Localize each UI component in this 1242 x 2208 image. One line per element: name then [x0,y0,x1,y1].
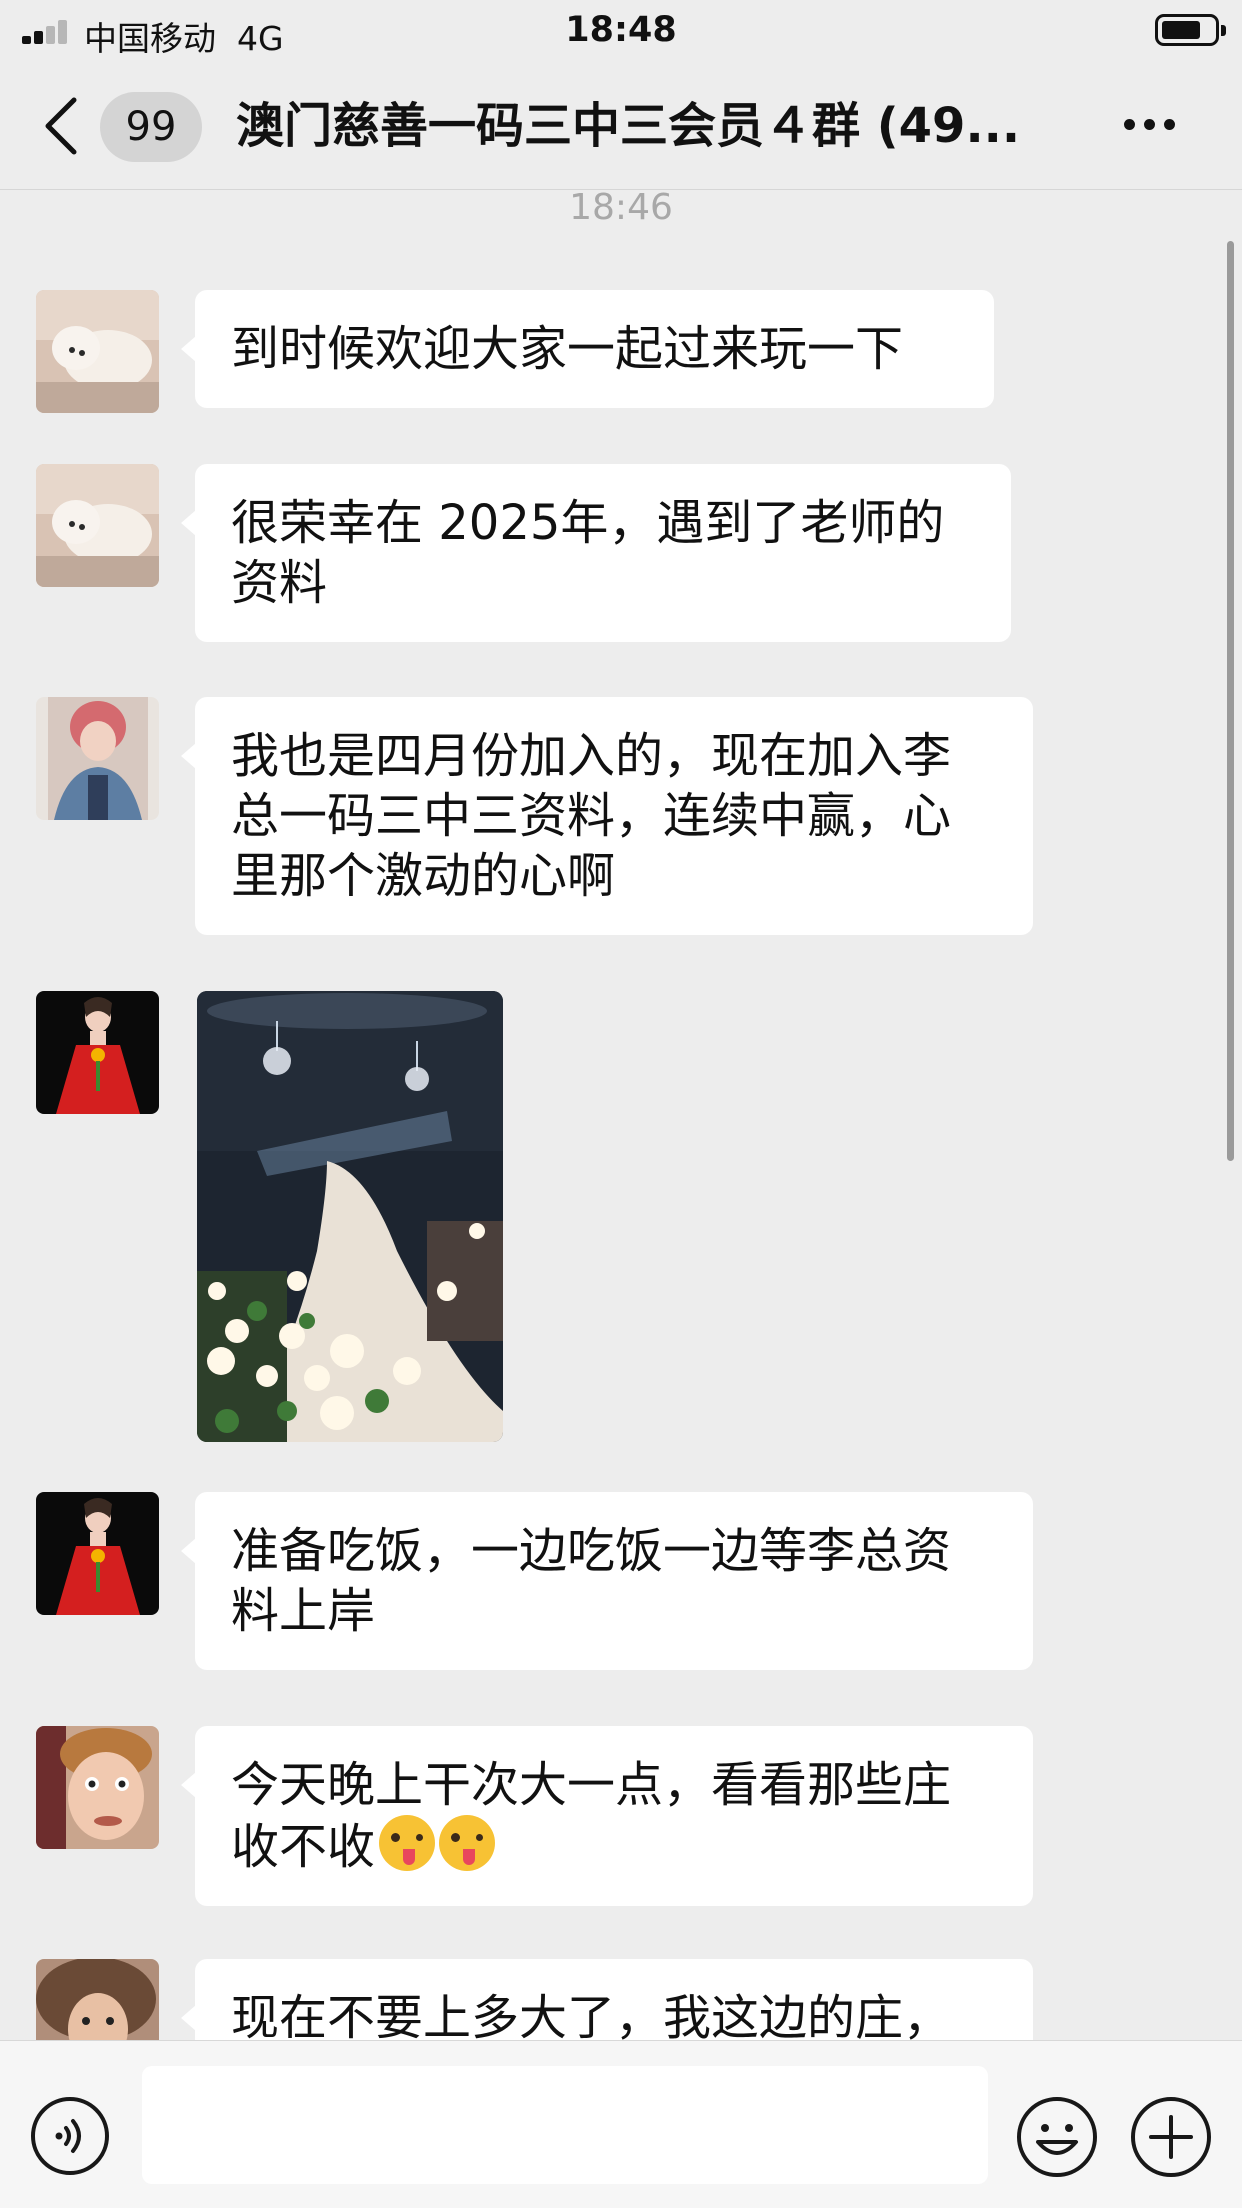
curly-hair-woman-photo-icon [36,1959,159,2040]
chat-header: 99 澳门慈善一码三中三会员４群 (49... [0,62,1242,190]
message-text: 很荣幸在 2025年，遇到了老师的资料 [231,495,945,611]
back-button[interactable] [40,94,84,158]
winking-tongue-emoji-icon [379,1815,436,1871]
message-bubble[interactable]: 到时候欢迎大家一起过来玩一下 [181,290,994,408]
chevron-left-icon [45,97,77,155]
avatar-curly-hair[interactable] [36,1959,159,2040]
puppy-photo-icon [36,464,159,587]
avatar-boy-face[interactable] [36,1726,159,1849]
plus-circle-icon [1131,2097,1211,2177]
message-text: 现在不要上多大了，我这边的庄， [231,1990,952,2040]
message-text: 今天晚上干次大一点，看看那些庄收不收 [231,1757,952,1875]
woman-denim-jacket-photo-icon [36,697,159,820]
status-time: 18:48 [565,10,677,50]
avatar-woman-red-dress[interactable] [36,1492,159,1615]
puppy-photo-icon [36,290,159,413]
avatar-woman-denim[interactable] [36,697,159,820]
boy-face-photo-icon [36,1726,159,1849]
message-timestamp: 18:46 [569,191,673,228]
more-button[interactable] [1120,110,1180,140]
status-bar: 中国移动 4G 18:48 [0,0,1242,62]
more-horizontal-icon [1124,119,1135,130]
smiley-icon [1017,2097,1097,2177]
message-text: 到时候欢迎大家一起过来玩一下 [231,321,904,377]
voice-icon [31,2097,109,2175]
message-list[interactable]: 18:46 到时候欢迎大家一起过来玩一下 很荣幸在 2025年，遇到了老师的资料 [0,191,1242,2040]
woman-red-dress-photo-icon [36,1492,159,1615]
wedding-stage-photo-icon [197,991,503,1442]
message-bubble[interactable]: 准备吃饭，一边吃饭一边等李总资料上岸 [181,1492,1033,1670]
message-bubble[interactable]: 很荣幸在 2025年，遇到了老师的资料 [181,464,1011,642]
voice-button[interactable] [30,2096,110,2176]
scrollbar[interactable] [1227,241,1234,1161]
avatar-puppy[interactable] [36,464,159,587]
message-text: 我也是四月份加入的，现在加入李总一码三中三资料，连续中赢，心里那个激动的心啊 [231,728,952,904]
battery-icon [1155,14,1226,46]
message-bubble[interactable]: 现在不要上多大了，我这边的庄， [181,1959,1033,2040]
message-input[interactable] [142,2066,988,2184]
avatar-woman-red-dress[interactable] [36,991,159,1114]
chat-title: 澳门慈善一码三中三会员４群 (49... [236,98,1021,154]
avatar-puppy[interactable] [36,290,159,413]
input-bar [0,2040,1242,2208]
unread-count-badge[interactable]: 99 [100,92,202,162]
winking-tongue-emoji-icon [439,1815,496,1871]
woman-red-dress-photo-icon [36,991,159,1114]
image-message[interactable] [197,991,503,1442]
message-bubble[interactable]: 我也是四月份加入的，现在加入李总一码三中三资料，连续中赢，心里那个激动的心啊 [181,697,1033,935]
message-text: 准备吃饭，一边吃饭一边等李总资料上岸 [231,1523,952,1639]
more-functions-button[interactable] [1130,2096,1212,2178]
message-bubble[interactable]: 今天晚上干次大一点，看看那些庄收不收 [181,1726,1033,1906]
emoji-button[interactable] [1016,2096,1098,2178]
